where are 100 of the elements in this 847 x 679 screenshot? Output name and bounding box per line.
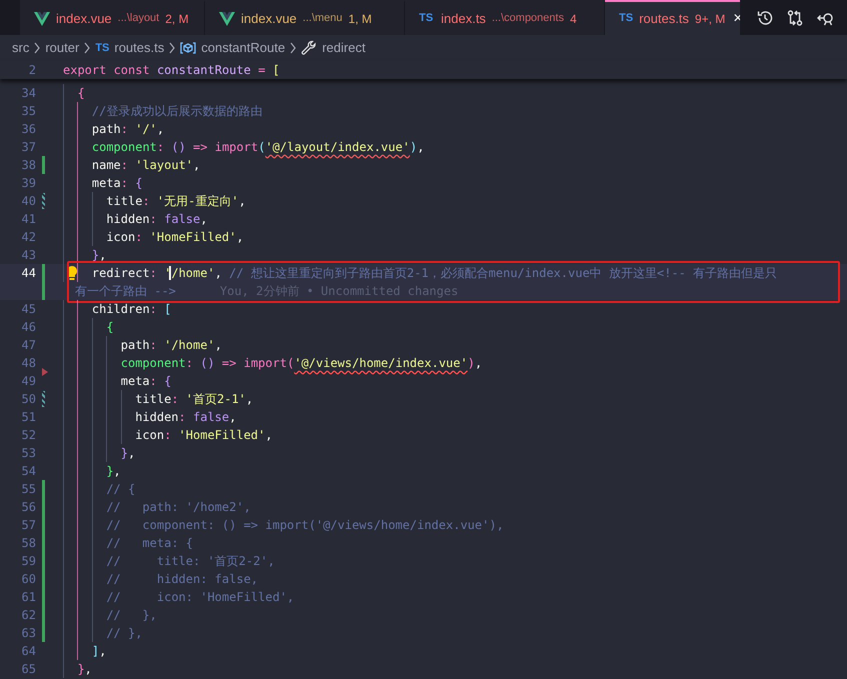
code-line: { bbox=[77, 86, 85, 100]
line-number: 38 bbox=[22, 157, 36, 174]
code-line: 有一个子路由 --> bbox=[75, 283, 176, 300]
editor-tab[interactable]: index.vue ...\menu 1, M bbox=[205, 0, 405, 35]
problem-count: 2, M bbox=[165, 10, 189, 28]
vue-file-icon bbox=[34, 12, 50, 26]
line-number: 40 bbox=[22, 193, 36, 210]
code-line: // title: '首页2-2', bbox=[106, 554, 275, 568]
code-line: name: 'layout', bbox=[92, 158, 200, 172]
line-number: 64 bbox=[22, 643, 36, 660]
code-line: component: () => import('@/views/home/index.vue'), bbox=[120, 356, 482, 370]
line-number: 46 bbox=[22, 319, 36, 336]
breadcrumb-item[interactable]: router bbox=[45, 38, 80, 58]
code-line: // }, bbox=[106, 608, 157, 622]
line-number: 44 bbox=[22, 265, 36, 282]
code-line: path: '/home', bbox=[120, 338, 222, 352]
line-number: 45 bbox=[22, 301, 36, 318]
code-line: // { bbox=[106, 482, 136, 496]
code-line: children: [ bbox=[92, 302, 172, 316]
compare-changes-icon[interactable] bbox=[786, 8, 804, 26]
code-line: ], bbox=[92, 644, 106, 658]
line-number: 35 bbox=[22, 103, 36, 120]
code-line: }, bbox=[92, 248, 106, 262]
ts-file-icon: TS bbox=[419, 10, 435, 27]
code-line: title: '首页2-1', bbox=[135, 392, 254, 406]
editor-tab[interactable]: TS index.ts ...\components 4 bbox=[405, 0, 605, 35]
line-number: 48 bbox=[22, 355, 36, 372]
code-line: // path: '/home2', bbox=[106, 500, 251, 514]
line-number: 55 bbox=[22, 481, 36, 498]
code-line: icon: 'HomeFilled', bbox=[106, 230, 244, 244]
breadcrumb-item[interactable]: routes.ts bbox=[114, 38, 164, 58]
variable-icon bbox=[180, 41, 196, 55]
tab-title: routes.ts bbox=[639, 10, 689, 28]
chevron-icon bbox=[289, 42, 298, 54]
code-line: // icon: 'HomeFilled', bbox=[106, 590, 294, 604]
ts-file-icon: TS bbox=[619, 10, 634, 27]
code-line: path: '/', bbox=[92, 122, 164, 136]
code-line: { bbox=[106, 320, 114, 334]
code-line: // hidden: false, bbox=[106, 572, 258, 586]
chevron-icon bbox=[33, 42, 42, 54]
breadcrumb-item[interactable]: src bbox=[12, 38, 30, 58]
file-path: ...\menu bbox=[302, 11, 342, 26]
line-number: 53 bbox=[22, 445, 36, 462]
code-line: }, bbox=[106, 464, 121, 478]
tab-title: index.vue bbox=[56, 10, 112, 28]
code-line: //登录成功以后展示数据的路由 bbox=[92, 104, 262, 118]
line-number: 36 bbox=[22, 121, 36, 138]
problem-count: 4 bbox=[570, 10, 577, 28]
lightbulb-icon[interactable] bbox=[66, 265, 78, 281]
line-number: 60 bbox=[22, 571, 36, 588]
wrench-icon bbox=[301, 40, 318, 56]
line-number: 56 bbox=[22, 499, 36, 516]
line-number: 59 bbox=[22, 553, 36, 570]
vue-file-icon bbox=[219, 12, 235, 26]
line-number: 49 bbox=[22, 373, 36, 390]
code-line: // meta: { bbox=[106, 536, 194, 550]
line-number: 43 bbox=[22, 247, 36, 264]
tab-title: index.ts bbox=[441, 10, 486, 28]
code-line: meta: { bbox=[92, 176, 142, 190]
code-line: hidden: false, bbox=[106, 212, 208, 226]
line-number: 61 bbox=[22, 589, 36, 606]
file-path: ...\layout bbox=[118, 11, 160, 26]
chevron-icon bbox=[168, 42, 176, 54]
code-line: hidden: false, bbox=[135, 410, 236, 424]
line-number: 41 bbox=[22, 211, 36, 228]
code-line: icon: 'HomeFilled', bbox=[135, 428, 272, 442]
line-number: 2 bbox=[28, 62, 36, 79]
line-number: 51 bbox=[22, 409, 36, 426]
code-line: redirect: '/home', // 想让这里重定向到子路由首页2-1，必须配合menu/index.vue中 放开这里<!-- 有子路由但是只 bbox=[92, 266, 778, 280]
line-number: 42 bbox=[22, 229, 36, 246]
code-line: title: '无用-重定向', bbox=[106, 194, 246, 208]
line-number: 62 bbox=[22, 607, 36, 624]
code-line: meta: { bbox=[120, 374, 172, 388]
file-path: ...\components bbox=[492, 11, 564, 26]
problem-count: 9+, M bbox=[694, 10, 726, 28]
line-number: 37 bbox=[22, 139, 36, 156]
code-line: export const constantRoute = [ bbox=[63, 63, 280, 77]
line-number: 52 bbox=[22, 427, 36, 444]
line-number: 54 bbox=[22, 463, 36, 480]
chevron-icon bbox=[83, 42, 92, 54]
code-line: // }, bbox=[106, 626, 142, 640]
tab-title: index.vue bbox=[241, 10, 297, 28]
editor-tab[interactable]: index.vue ...\layout 2, M bbox=[20, 0, 205, 35]
breadcrumb-item[interactable]: constantRoute bbox=[201, 38, 286, 58]
code-line: }, bbox=[77, 662, 92, 676]
history-icon[interactable] bbox=[756, 8, 774, 26]
line-number: 34 bbox=[22, 85, 36, 102]
line-number: 47 bbox=[22, 337, 36, 354]
breadcrumb-item[interactable]: redirect bbox=[322, 38, 366, 58]
code-line: // component: () => import('@/views/home/index.vue'), bbox=[106, 518, 504, 532]
line-number: 58 bbox=[22, 535, 36, 552]
problem-count: 1, M bbox=[348, 10, 372, 28]
ts-file-icon: TS bbox=[95, 40, 110, 56]
line-number: 57 bbox=[22, 517, 36, 534]
line-number: 39 bbox=[22, 175, 36, 192]
code-line: }, bbox=[120, 446, 136, 460]
code-line: component: () => import('@/layout/index.vue'), bbox=[92, 140, 424, 154]
line-number: 63 bbox=[22, 625, 36, 642]
line-number: 65 bbox=[22, 661, 36, 678]
line-number: 50 bbox=[22, 391, 36, 408]
